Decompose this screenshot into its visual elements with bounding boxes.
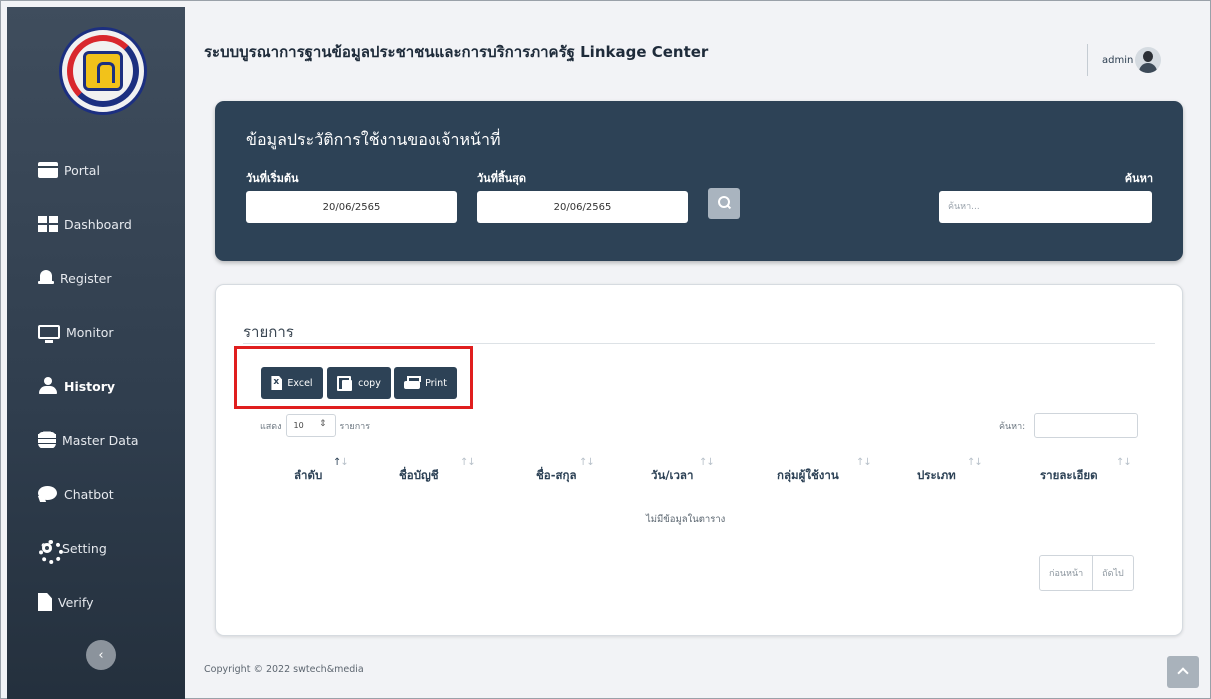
table-search-input[interactable]	[1034, 413, 1138, 438]
print-button-label: Print	[425, 377, 447, 389]
sidebar-item-label: Portal	[64, 162, 100, 178]
sort-icon: ↑↓	[856, 457, 872, 468]
chevron-left-icon: ‹	[98, 647, 104, 663]
sidebar-item-label: Monitor	[66, 324, 114, 340]
sort-icon: ↑↓	[1116, 457, 1132, 468]
sidebar-collapse-button[interactable]: ‹	[86, 640, 116, 670]
sidebar-item-master-data[interactable]: Master Data	[7, 413, 185, 467]
copy-button-label: copy	[358, 377, 381, 389]
dashboard-icon	[38, 216, 58, 232]
user-icon	[38, 377, 58, 395]
search-button[interactable]	[708, 188, 740, 219]
sidebar-item-setting[interactable]: Setting	[7, 521, 185, 575]
column-header-type[interactable]: ประเภท	[917, 467, 956, 485]
end-date-field[interactable]	[477, 191, 688, 223]
page-title: ระบบบูรณาการฐานข้อมูลประชาชนและการบริการ…	[204, 43, 709, 61]
keyword-label: ค้นหา	[1124, 172, 1153, 185]
avatar[interactable]	[1135, 47, 1161, 73]
column-header-fullname[interactable]: ชื่อ-สกุล	[536, 467, 577, 485]
sort-icon: ↑↓	[579, 457, 595, 468]
database-icon	[38, 431, 56, 449]
pagination: ก่อนหน้า ถัดไป	[1039, 555, 1134, 591]
sidebar-item-history[interactable]: History	[7, 359, 185, 413]
sort-icon: ↑↓	[460, 457, 476, 468]
portal-icon	[38, 162, 58, 178]
sidebar-item-label: Setting	[62, 540, 107, 556]
page-length-value: 10	[293, 421, 304, 430]
excel-button-label: Excel	[287, 377, 313, 389]
print-button[interactable]: Print	[394, 367, 457, 399]
copy-icon	[337, 375, 353, 391]
sidebar-item-label: Verify	[58, 594, 94, 610]
monitor-icon	[38, 325, 60, 343]
bell-icon	[38, 269, 54, 287]
sidebar-nav: Portal Dashboard Register Monitor Histor…	[7, 143, 185, 629]
column-header-details[interactable]: รายละเอียด	[1040, 467, 1098, 485]
empty-table-message: ไม่มีข้อมูลในตาราง	[646, 514, 726, 525]
sidebar-item-label: Chatbot	[64, 486, 114, 502]
file-icon	[38, 593, 52, 611]
agency-logo	[59, 27, 147, 115]
chat-icon	[38, 485, 58, 503]
sidebar-item-portal[interactable]: Portal	[7, 143, 185, 197]
scroll-to-top-button[interactable]	[1167, 656, 1199, 688]
next-page-button[interactable]: ถัดไป	[1092, 556, 1133, 590]
sidebar-item-monitor[interactable]: Monitor	[7, 305, 185, 359]
sidebar-item-register[interactable]: Register	[7, 251, 185, 305]
end-date-label: วันที่สิ้นสุด	[477, 172, 527, 185]
sidebar-item-verify[interactable]: Verify	[7, 575, 185, 629]
footer-copyright: Copyright © 2022 swtech&media	[204, 664, 364, 675]
divider	[243, 343, 1155, 344]
list-title: รายการ	[243, 323, 294, 341]
keyword-input[interactable]	[939, 191, 1152, 223]
filter-panel: ข้อมูลประวัติการใช้งานของเจ้าหน้าที่ วัน…	[215, 101, 1183, 261]
length-suffix: รายการ	[339, 421, 371, 432]
sidebar-item-chatbot[interactable]: Chatbot	[7, 467, 185, 521]
column-header-index[interactable]: ลำดับ	[294, 467, 322, 485]
sort-icon: ↑↓	[699, 457, 715, 468]
user-name[interactable]: admin	[1102, 55, 1133, 66]
start-date-label: วันที่เริ่มต้น	[246, 172, 299, 185]
length-prefix: แสดง	[260, 421, 282, 432]
sidebar-item-label: Dashboard	[64, 216, 132, 232]
header-divider	[1087, 44, 1088, 76]
column-header-user-group[interactable]: กลุ่มผู้ใช้งาน	[777, 467, 839, 485]
sidebar-item-label: Master Data	[62, 432, 139, 448]
sidebar: Portal Dashboard Register Monitor Histor…	[7, 7, 185, 699]
page-length-select[interactable]: 10	[285, 414, 336, 437]
sidebar-item-label: History	[64, 378, 116, 394]
table-search-label: ค้นหา:	[999, 422, 1026, 432]
copy-button[interactable]: copy	[327, 367, 391, 399]
previous-page-button[interactable]: ก่อนหน้า	[1040, 556, 1092, 590]
excel-button[interactable]: Excel	[261, 367, 323, 399]
column-header-account[interactable]: ชื่อบัญชี	[399, 467, 439, 485]
sort-icon: ↑↓	[333, 457, 349, 468]
excel-file-icon	[271, 376, 283, 390]
results-panel: รายการ Excel copy Print แสดง 10 รายการ ค…	[215, 284, 1183, 636]
filter-title: ข้อมูลประวัติการใช้งานของเจ้าหน้าที่	[246, 130, 501, 149]
column-header-datetime[interactable]: วัน/เวลา	[651, 467, 693, 485]
sort-icon: ↑↓	[967, 457, 983, 468]
sidebar-item-label: Register	[60, 270, 112, 286]
start-date-field[interactable]	[246, 191, 457, 223]
sidebar-item-dashboard[interactable]: Dashboard	[7, 197, 185, 251]
page-length-control: แสดง 10 รายการ	[260, 414, 370, 437]
print-icon	[404, 376, 422, 390]
gear-icon	[38, 539, 63, 564]
